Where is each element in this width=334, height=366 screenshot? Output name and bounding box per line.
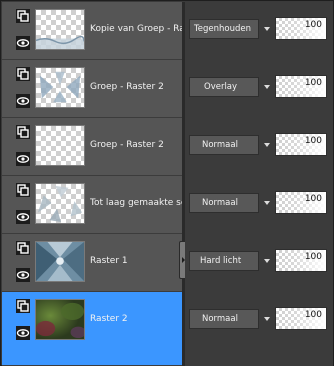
layer-thumbnail xyxy=(35,9,85,50)
opacity-slider[interactable]: 100 xyxy=(275,133,327,156)
layer-thumbnail xyxy=(35,241,85,282)
eye-icon[interactable] xyxy=(15,35,31,51)
opacity-slider[interactable]: 100 xyxy=(275,249,327,272)
layer-thumbnail xyxy=(35,299,85,340)
blend-mode-select[interactable]: Hard licht xyxy=(189,251,259,271)
opacity-slider[interactable]: 100 xyxy=(275,307,327,330)
eye-icon[interactable] xyxy=(15,267,31,283)
opacity-value: 100 xyxy=(304,20,322,30)
blend-mode-select[interactable]: Normaal xyxy=(189,309,259,329)
layer-properties-row: Normaal 100 xyxy=(185,176,333,234)
eye-icon[interactable] xyxy=(15,325,31,341)
layer-name: Groep - Raster 2 xyxy=(90,140,164,150)
opacity-value: 100 xyxy=(304,252,322,262)
layer-name: Raster 2 xyxy=(90,314,128,324)
layer-row[interactable]: Kopie van Groep - Raster 2 xyxy=(2,2,182,60)
stack-squares-icon[interactable] xyxy=(15,66,31,82)
layer-row[interactable]: Groep - Raster 2 xyxy=(2,118,182,176)
layers-panel: Kopie van Groep - Raster 2 Groep - Raste… xyxy=(0,0,334,366)
stack-squares-icon[interactable] xyxy=(15,124,31,140)
stack-squares-icon[interactable] xyxy=(15,240,31,256)
chevron-down-icon[interactable] xyxy=(264,27,270,31)
blend-mode-select[interactable]: Normaal xyxy=(189,193,259,213)
layer-properties-row: Normaal 100 xyxy=(185,118,333,176)
layer-name: Raster 1 xyxy=(90,256,128,266)
layer-row[interactable]: Groep - Raster 2 xyxy=(2,60,182,118)
layer-row[interactable]: Raster 1 xyxy=(2,234,182,292)
layer-properties-row: Tegenhouden 100 xyxy=(185,2,333,60)
blend-mode-select[interactable]: Normaal xyxy=(189,135,259,155)
layer-row-selected[interactable]: Raster 2 xyxy=(2,292,182,366)
layer-thumbnail xyxy=(35,183,85,224)
blend-mode-select[interactable]: Tegenhouden xyxy=(189,19,259,39)
layer-thumbnail xyxy=(35,67,85,108)
eye-icon[interactable] xyxy=(15,209,31,225)
chevron-down-icon[interactable] xyxy=(264,317,270,321)
stack-squares-icon[interactable] xyxy=(15,182,31,198)
stack-squares-icon[interactable] xyxy=(15,8,31,24)
opacity-slider[interactable]: 100 xyxy=(275,191,327,214)
layer-name: Groep - Raster 2 xyxy=(90,82,164,92)
opacity-value: 100 xyxy=(304,136,322,146)
layer-name: Kopie van Groep - Raster 2 xyxy=(90,24,182,34)
layer-thumbnail xyxy=(35,125,85,166)
chevron-down-icon[interactable] xyxy=(264,201,270,205)
opacity-value: 100 xyxy=(304,194,322,204)
layer-properties-row: Normaal 100 xyxy=(185,292,333,350)
stack-squares-icon[interactable] xyxy=(15,298,31,314)
chevron-down-icon[interactable] xyxy=(264,85,270,89)
chevron-down-icon[interactable] xyxy=(264,259,270,263)
opacity-slider[interactable]: 100 xyxy=(275,17,327,40)
eye-icon[interactable] xyxy=(15,151,31,167)
layer-row[interactable]: Tot laag gemaakte selectie xyxy=(2,176,182,234)
layer-name: Tot laag gemaakte selectie xyxy=(90,198,182,208)
opacity-value: 100 xyxy=(304,310,322,320)
layer-properties-column: Tegenhouden 100 Overlay 100 Normaal 100 … xyxy=(185,2,333,366)
layer-names-column: Kopie van Groep - Raster 2 Groep - Raste… xyxy=(2,2,182,366)
layer-properties-row: Overlay 100 xyxy=(185,60,333,118)
blend-mode-select[interactable]: Overlay xyxy=(189,77,259,97)
chevron-down-icon[interactable] xyxy=(264,143,270,147)
layer-properties-row: Hard licht 100 xyxy=(185,234,333,292)
eye-icon[interactable] xyxy=(15,93,31,109)
opacity-value: 100 xyxy=(304,78,322,88)
opacity-slider[interactable]: 100 xyxy=(275,75,327,98)
